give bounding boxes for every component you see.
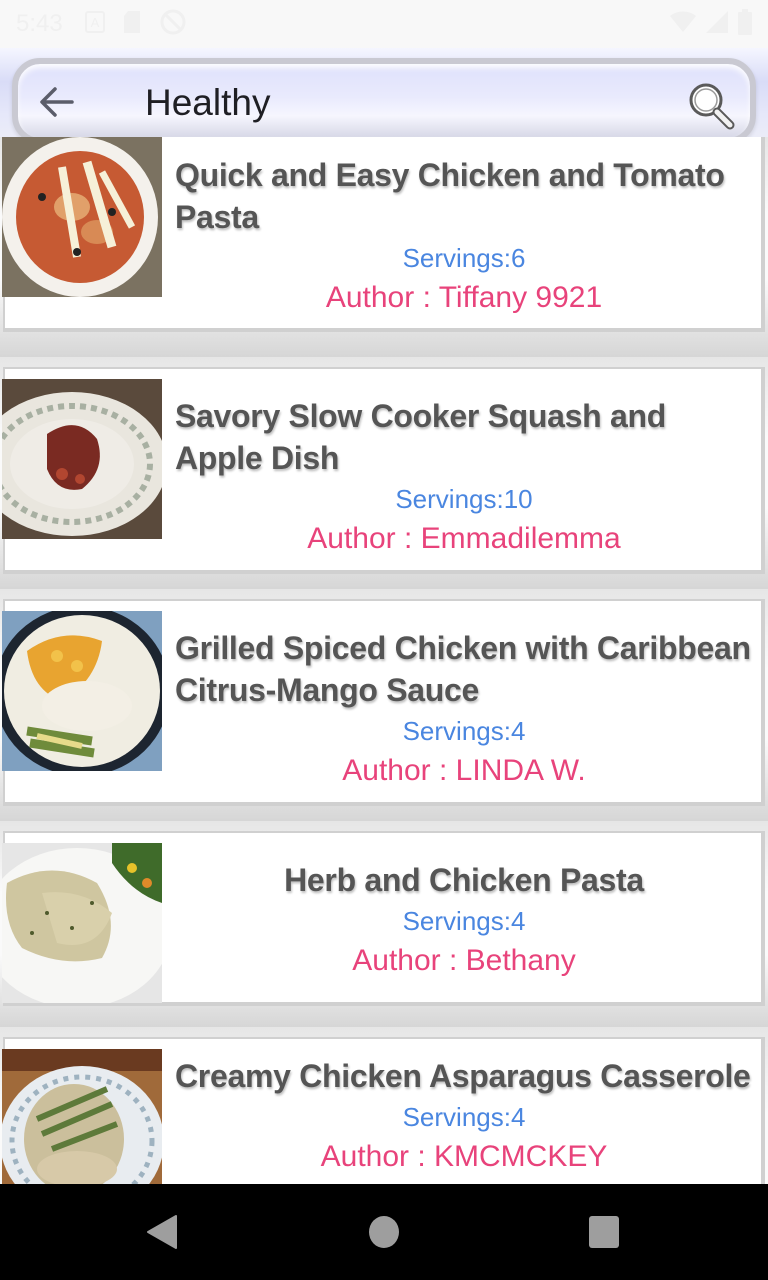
nav-recents-button[interactable]	[584, 1212, 624, 1257]
recipe-author: Author : LINDA W.	[342, 754, 586, 787]
nav-back-button[interactable]	[140, 1212, 180, 1257]
system-nav-bar	[0, 1184, 768, 1280]
svg-text:A: A	[90, 15, 99, 30]
recipe-card-wrapper: Savory Slow Cooker Squash and Apple Dish…	[0, 357, 768, 589]
recipe-servings: Servings:6	[402, 243, 526, 273]
page-title: Healthy	[145, 82, 271, 123]
recipe-card-wrapper: Grilled Spiced Chicken with Caribbean Ci…	[0, 589, 768, 821]
recipe-author: Author : Emmadilemma	[307, 522, 621, 555]
recipe-list[interactable]: Quick and Easy Chicken and Tomato Pasta …	[0, 137, 768, 1184]
battery-icon	[738, 8, 752, 40]
recipe-card[interactable]: Herb and Chicken Pasta Servings:4 Author…	[2, 831, 765, 1006]
magnifier-icon	[684, 83, 740, 138]
notification-a-icon: A	[84, 10, 105, 38]
recipe-info: Savory Slow Cooker Squash and Apple Dish…	[175, 369, 761, 559]
recipe-title: Creamy Chicken Asparagus Casserole	[175, 1058, 751, 1094]
status-right-icons	[670, 8, 752, 40]
nav-back-icon	[140, 1215, 180, 1256]
recipe-servings: Servings:10	[395, 484, 533, 514]
recipe-card[interactable]: Grilled Spiced Chicken with Caribbean Ci…	[2, 599, 765, 806]
recipe-info: Herb and Chicken Pasta Servings:4 Author…	[175, 833, 761, 981]
recipe-card-wrapper: Herb and Chicken Pasta Servings:4 Author…	[0, 821, 768, 1027]
recipe-info: Quick and Easy Chicken and Tomato Pasta …	[175, 137, 761, 318]
recipe-image	[2, 611, 162, 771]
recipe-card[interactable]: Creamy Chicken Asparagus Casserole Servi…	[2, 1037, 765, 1184]
sd-card-icon	[123, 10, 141, 39]
recipe-image	[2, 1049, 162, 1184]
recipe-card[interactable]: Quick and Easy Chicken and Tomato Pasta …	[2, 137, 765, 332]
search-button[interactable]	[684, 78, 740, 134]
recipe-card-wrapper: Creamy Chicken Asparagus Casserole Servi…	[0, 1027, 768, 1184]
recipe-card[interactable]: Savory Slow Cooker Squash and Apple Dish…	[2, 367, 765, 574]
status-time: 5:43	[16, 10, 63, 37]
recipe-image	[2, 379, 162, 539]
recipe-info: Creamy Chicken Asparagus Casserole Servi…	[175, 1039, 761, 1177]
recipe-image	[2, 843, 162, 1003]
nav-home-button[interactable]	[364, 1212, 404, 1257]
sync-disabled-icon	[159, 8, 187, 41]
recipe-servings: Servings:4	[402, 1102, 526, 1132]
recipe-servings: Servings:4	[402, 716, 526, 746]
back-button[interactable]	[34, 84, 78, 124]
recipe-info: Grilled Spiced Chicken with Caribbean Ci…	[175, 601, 761, 791]
recipe-author: Author : Tiffany 9921	[325, 281, 603, 314]
wifi-icon	[670, 11, 696, 38]
recipe-image	[2, 137, 162, 297]
status-bar: 5:43 A	[0, 0, 768, 48]
cell-signal-icon	[706, 10, 728, 38]
nav-recents-icon	[584, 1216, 624, 1256]
recipe-servings: Servings:4	[402, 906, 526, 936]
recipe-card-wrapper: Quick and Easy Chicken and Tomato Pasta …	[0, 137, 768, 357]
recipe-title: Grilled Spiced Chicken with Caribbean Ci…	[175, 630, 751, 708]
recipe-author: Author : Bethany	[352, 944, 576, 977]
recipe-title: Herb and Chicken Pasta	[284, 862, 644, 898]
search-bar-frame	[12, 58, 756, 144]
nav-home-icon	[364, 1216, 404, 1256]
recipe-title: Savory Slow Cooker Squash and Apple Dish	[175, 398, 666, 476]
recipe-author: Author : KMCMCKEY	[320, 1140, 608, 1173]
recipe-title: Quick and Easy Chicken and Tomato Pasta	[175, 157, 725, 235]
arrow-left-icon	[38, 86, 74, 123]
